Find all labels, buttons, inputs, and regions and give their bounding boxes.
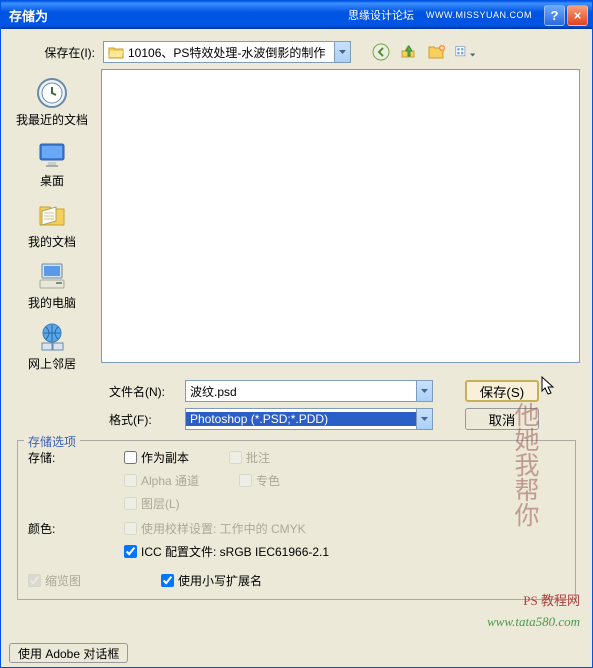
desktop-icon (36, 138, 68, 170)
sidebar-item-desktop[interactable]: 桌面 (36, 138, 68, 189)
save-in-label: 保存在(I): (27, 44, 95, 61)
filename-input[interactable] (186, 384, 416, 398)
save-options-fieldset: 存储选项 存储: 作为副本 批注 Alpha 通道 专色 图层(L) 颜色: (17, 440, 576, 600)
use-adobe-dialog-button[interactable]: 使用 Adobe 对话框 (9, 643, 128, 663)
format-label: 格式(F): (109, 411, 177, 428)
mycomputer-icon (36, 260, 68, 292)
brand-url: WWW.MISSYUAN.COM (426, 10, 532, 20)
save-button[interactable]: 保存(S) (465, 380, 539, 402)
folder-open-icon (108, 45, 124, 59)
format-combo-arrow-icon[interactable] (416, 409, 432, 429)
filename-combo[interactable] (185, 380, 433, 402)
format-value: Photoshop (*.PSD;*.PDD) (186, 412, 416, 426)
combo-arrow-icon[interactable] (334, 42, 350, 62)
back-icon[interactable] (371, 42, 391, 62)
titlebar: 存储为 思缘设计论坛 WWW.MISSYUAN.COM ? × (1, 1, 592, 29)
up-icon[interactable] (399, 42, 419, 62)
proof-checkbox: 使用校样设置: 工作中的 CMYK (124, 520, 329, 537)
sidebar-item-recent[interactable]: 我最近的文档 (16, 77, 88, 128)
sidebar-item-mycomputer[interactable]: 我的电脑 (28, 260, 76, 311)
save-as-dialog: 存储为 思缘设计论坛 WWW.MISSYUAN.COM ? × 保存在(I): … (0, 0, 593, 668)
fieldset-legend: 存储选项 (24, 433, 80, 450)
close-button[interactable]: × (567, 5, 588, 26)
new-folder-icon[interactable] (427, 42, 447, 62)
as-copy-checkbox[interactable]: 作为副本 (124, 449, 189, 466)
watermark: PS 教程网 www.tata580.com (487, 591, 580, 633)
path-text: 10106、PS特效处理-水波倒影的制作 (128, 44, 334, 61)
thumbnail-checkbox: 缩览图 (28, 572, 81, 589)
sidebar-item-network[interactable]: 网上邻居 (28, 321, 76, 372)
filename-combo-arrow-icon[interactable] (416, 381, 432, 401)
places-sidebar: 我最近的文档 桌面 我的文档 我的电脑 网上邻居 (9, 69, 95, 372)
icc-checkbox[interactable]: ICC 配置文件: sRGB IEC61966-2.1 (124, 543, 329, 560)
color-label: 颜色: (28, 520, 124, 560)
spot-checkbox: 专色 (239, 472, 280, 489)
alpha-checkbox: Alpha 通道 (124, 472, 199, 489)
save-in-combo[interactable]: 10106、PS特效处理-水波倒影的制作 (103, 41, 351, 63)
filename-label: 文件名(N): (109, 383, 177, 400)
view-menu-icon[interactable] (455, 42, 475, 62)
watermark-line1: PS 教程网 (487, 591, 580, 612)
layers-checkbox: 图层(L) (124, 495, 280, 512)
window-title: 存储为 (5, 6, 348, 25)
watermark-cn: 他她我帮你 (511, 402, 537, 527)
storage-label: 存储: (28, 449, 124, 512)
annotations-checkbox: 批注 (229, 449, 270, 466)
mydocs-icon (36, 199, 68, 231)
sidebar-item-mydocs[interactable]: 我的文档 (28, 199, 76, 250)
network-icon (36, 321, 68, 353)
recent-docs-icon (36, 77, 68, 109)
format-combo[interactable]: Photoshop (*.PSD;*.PDD) (185, 408, 433, 430)
watermark-line2: www.tata580.com (487, 612, 580, 633)
help-button[interactable]: ? (544, 5, 565, 26)
brand-text: 思缘设计论坛 (348, 7, 414, 23)
lowercase-checkbox[interactable]: 使用小写扩展名 (161, 572, 262, 589)
file-list-pane[interactable] (101, 69, 580, 363)
